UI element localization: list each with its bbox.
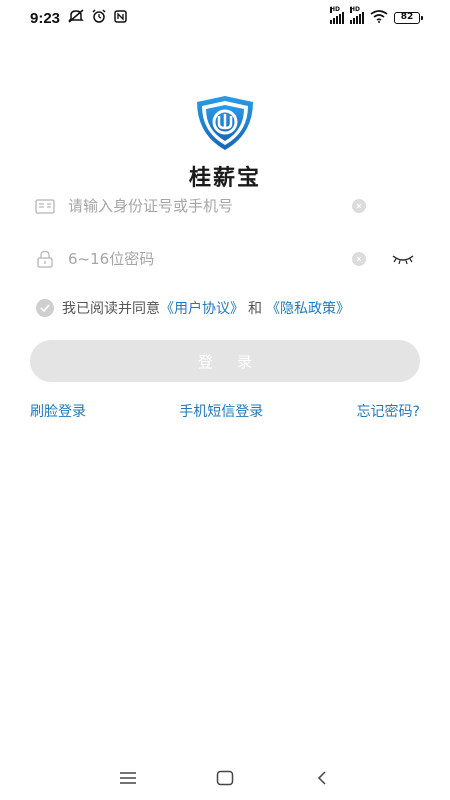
alt-login-links: 刷脸登录 手机短信登录 忘记密码?	[30, 401, 420, 421]
battery-icon: 82	[394, 12, 423, 24]
back-icon[interactable]	[307, 763, 337, 793]
alarm-icon	[92, 9, 106, 27]
status-bar: 9:23 HD HD 82	[0, 0, 450, 36]
forgot-password-link[interactable]: 忘记密码?	[357, 401, 420, 421]
mute-notification-icon	[68, 9, 84, 27]
agreement-row: 我已阅读并同意 《用户协议》 和 《隐私政策》	[36, 298, 350, 318]
id-phone-input[interactable]	[68, 197, 352, 215]
agree-and: 和	[248, 301, 262, 317]
face-login-link[interactable]: 刷脸登录	[30, 401, 86, 421]
agree-prefix: 我已阅读并同意	[62, 301, 160, 317]
password-input-row	[34, 241, 416, 277]
user-agreement-link[interactable]: 《用户协议》	[160, 298, 244, 318]
status-left: 9:23	[30, 9, 127, 27]
agree-checkbox[interactable]	[36, 299, 54, 317]
app-logo-area: 桂薪宝	[0, 94, 450, 192]
wifi-icon	[370, 9, 388, 27]
password-input[interactable]	[68, 250, 352, 268]
privacy-policy-link[interactable]: 《隐私政策》	[266, 298, 350, 318]
system-nav-bar	[0, 756, 450, 800]
signal-strength-icon: HD	[330, 7, 344, 24]
nfc-icon	[114, 9, 127, 27]
sms-login-link[interactable]: 手机短信登录	[179, 401, 263, 421]
status-right: HD HD 82	[330, 7, 423, 27]
shield-logo-icon	[193, 94, 257, 156]
signal-strength-icon-2: HD	[350, 7, 364, 24]
id-card-icon	[34, 195, 56, 217]
id-input-row	[34, 188, 416, 224]
status-time: 9:23	[30, 9, 61, 27]
eye-closed-icon[interactable]	[390, 249, 416, 269]
lock-icon	[34, 248, 56, 270]
home-icon[interactable]	[210, 763, 240, 793]
clear-password-icon[interactable]	[352, 252, 366, 266]
menu-icon[interactable]	[113, 763, 143, 793]
login-button[interactable]: 登录	[30, 340, 420, 382]
clear-input-icon[interactable]	[352, 199, 366, 213]
